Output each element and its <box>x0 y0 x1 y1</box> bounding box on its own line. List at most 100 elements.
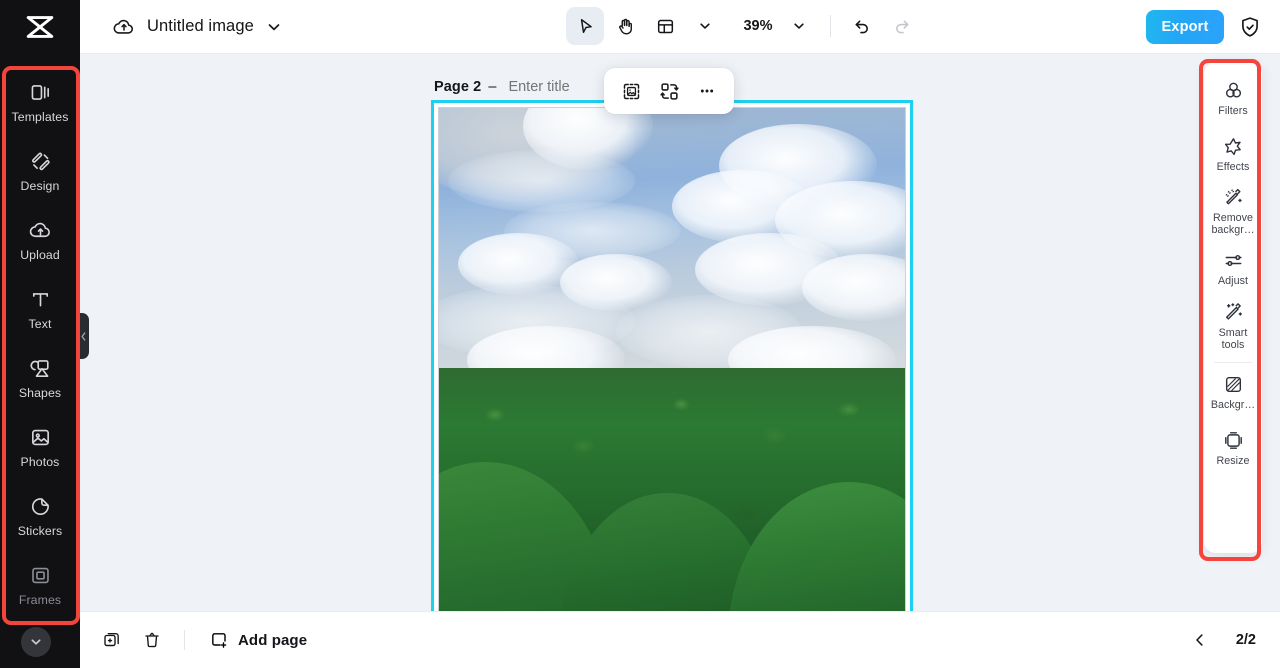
right-sidebar: Filters Effects Remove backgr… Adjust Sm… <box>1204 62 1262 553</box>
right-item-label: Remove backgr… <box>1211 212 1255 236</box>
replace-image-button[interactable] <box>652 74 686 108</box>
chevron-down-icon <box>31 639 41 645</box>
adjust-sliders-icon <box>1225 255 1242 267</box>
right-item-filters[interactable]: Filters <box>1204 70 1262 126</box>
trash-bin-icon <box>145 632 159 648</box>
add-page-icon <box>212 633 227 648</box>
sidebar-item-photos[interactable]: Photos <box>0 413 80 482</box>
left-sidebar: Templates Design Upload Text Shapes Phot… <box>0 54 80 668</box>
sidebar-collapse-button[interactable] <box>21 627 51 657</box>
right-item-smart-tools[interactable]: Smart tools <box>1204 297 1262 356</box>
collapse-panel-handle-icon <box>81 331 86 341</box>
sidebar-item-label: Photos <box>20 455 60 469</box>
sidebar-item-text[interactable]: Text <box>0 275 80 344</box>
document-title[interactable]: Untitled image <box>147 17 254 36</box>
sidebar-item-templates[interactable]: Templates <box>0 68 80 137</box>
add-page-label: Add page <box>238 631 308 649</box>
design-brush-icon <box>31 152 50 171</box>
canvas-photo <box>439 108 905 628</box>
image-more-button[interactable] <box>690 74 724 108</box>
hand-icon <box>618 18 632 34</box>
undo-arrow-icon <box>855 20 868 34</box>
duplicate-page-icon <box>104 632 119 647</box>
sidebar-item-label: Templates <box>11 110 69 124</box>
image-floating-toolbar <box>604 68 734 114</box>
effects-star-icon <box>1224 137 1241 155</box>
sidebar-item-upload[interactable]: Upload <box>0 206 80 275</box>
right-item-label: Backgr… <box>1210 399 1256 412</box>
more-horizontal-icon <box>700 89 714 93</box>
sidebar-item-stickers[interactable]: Stickers <box>0 482 80 551</box>
frame-square-icon <box>31 567 49 584</box>
capcut-logo-icon <box>26 15 54 38</box>
add-page-button[interactable]: Add page <box>199 624 317 656</box>
selected-image-frame[interactable] <box>431 100 913 636</box>
toolbar-divider <box>830 15 831 37</box>
page-number-label: Page 2 <box>434 79 482 95</box>
sidebar-item-frames[interactable]: Frames <box>0 551 80 620</box>
text-t-icon <box>32 293 48 307</box>
sidebar-item-shapes[interactable]: Shapes <box>0 344 80 413</box>
bottom-toolbar: Add page 2/2 <box>80 611 1280 668</box>
right-rail-divider <box>1214 361 1252 363</box>
remove-background-wand-icon <box>1225 188 1242 205</box>
capcut-editor-window: Untitled image 39% Export Templates Desi… <box>0 0 1280 668</box>
app-logo[interactable] <box>0 0 80 54</box>
smart-tools-wand-icon <box>1225 303 1242 320</box>
undo-button[interactable] <box>843 7 881 45</box>
layout-tool-button[interactable] <box>646 7 684 45</box>
crop-image-button[interactable] <box>614 74 648 108</box>
zoom-dropdown-button[interactable] <box>780 7 818 45</box>
templates-icon <box>31 85 49 100</box>
select-tool-button[interactable] <box>566 7 604 45</box>
layout-panel-icon <box>657 19 673 33</box>
cloud-save-icon[interactable] <box>113 16 135 38</box>
crop-selection-image-icon <box>623 83 639 99</box>
prev-page-button[interactable] <box>1182 622 1218 658</box>
sidebar-item-label: Stickers <box>17 524 63 538</box>
right-item-remove-background[interactable]: Remove backgr… <box>1204 182 1262 241</box>
page-dash: – <box>488 79 497 95</box>
right-item-background[interactable]: Backgr… <box>1204 365 1262 421</box>
shapes-icon <box>29 360 49 377</box>
page-header: Page 2 – <box>434 76 624 98</box>
right-item-label: Filters <box>1218 104 1248 117</box>
hand-tool-button[interactable] <box>606 7 644 45</box>
right-item-label: Resize <box>1216 455 1250 468</box>
shield-check-icon[interactable] <box>1238 15 1262 39</box>
sidebar-item-label: Text <box>28 317 52 331</box>
document-title-group: Untitled image <box>113 16 282 38</box>
chevron-down-icon <box>794 23 804 29</box>
swap-replace-icon <box>659 82 679 100</box>
duplicate-page-button[interactable] <box>94 622 130 658</box>
sidebar-item-design[interactable]: Design <box>0 137 80 206</box>
sidebar-item-label: Design <box>20 179 60 193</box>
delete-page-button[interactable] <box>134 622 170 658</box>
export-button[interactable]: Export <box>1146 10 1224 44</box>
page-nav-group: 2/2 <box>1182 622 1256 658</box>
topbar-right-group: Export <box>1146 10 1262 44</box>
chevron-down-icon[interactable] <box>266 19 282 35</box>
sticker-icon <box>31 498 49 516</box>
right-item-label: Effects <box>1216 160 1250 173</box>
sidebar-item-label: Shapes <box>18 386 62 400</box>
right-item-resize[interactable]: Resize <box>1204 421 1262 477</box>
image-container <box>438 107 906 629</box>
bottom-divider <box>184 630 185 650</box>
chevron-down-icon <box>700 23 710 29</box>
sidebar-item-label: Frames <box>18 593 62 607</box>
panel-collapse-handle[interactable] <box>78 313 89 359</box>
redo-button[interactable] <box>883 7 921 45</box>
right-item-label: Smart tools <box>1218 326 1248 351</box>
canvas-workspace[interactable]: Page 2 – <box>80 54 1280 668</box>
right-item-effects[interactable]: Effects <box>1204 126 1262 182</box>
photo-image-icon <box>31 429 49 446</box>
zoom-level-value[interactable]: 39% <box>738 18 778 34</box>
redo-arrow-icon <box>896 20 909 34</box>
page-indicator: 2/2 <box>1235 632 1256 648</box>
layout-dropdown-button[interactable] <box>686 7 724 45</box>
bottom-left-group: Add page <box>94 622 317 658</box>
cursor-arrow-icon <box>580 18 592 33</box>
right-item-adjust[interactable]: Adjust <box>1204 241 1262 297</box>
sidebar-item-label: Upload <box>20 248 60 262</box>
